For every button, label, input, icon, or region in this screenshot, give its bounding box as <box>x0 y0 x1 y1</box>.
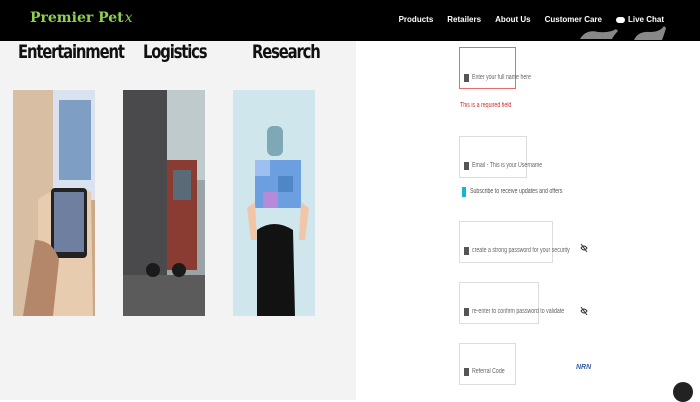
brand-suffix: x <box>124 10 133 26</box>
eye-icon[interactable] <box>580 306 588 316</box>
paw-icon <box>464 368 469 376</box>
pets-silhouette-icon <box>580 26 666 40</box>
category-card-entertainment[interactable] <box>13 90 95 316</box>
lock-icon <box>464 308 469 316</box>
brand-name: Premier Pet <box>30 10 124 26</box>
chat-icon <box>615 16 625 23</box>
name-error-message: This is a required field <box>460 102 512 109</box>
email-icon <box>464 162 469 170</box>
password-field[interactable]: create a strong password for your securi… <box>459 221 570 263</box>
full-name-placeholder: Enter your full name here <box>472 74 531 81</box>
category-title-logistics: Logistics <box>143 41 208 63</box>
eye-icon[interactable] <box>580 243 588 253</box>
email-placeholder: Email - This is your Username <box>472 162 543 169</box>
tablet-photo <box>13 90 95 316</box>
captcha-label: NRN <box>576 364 592 371</box>
nav-item-products[interactable]: Products <box>399 15 434 24</box>
confirm-password-placeholder: re-enter to confirm password to validate <box>472 308 565 315</box>
referral-placeholder: Referral Code <box>472 368 505 375</box>
top-navigation: Premier Petx Products Retailers About Us… <box>0 0 700 41</box>
scroll-to-top-button[interactable] <box>673 382 693 402</box>
nav-item-about-us[interactable]: About Us <box>495 15 531 24</box>
category-card-research[interactable] <box>233 90 315 316</box>
subscribe-checkbox[interactable] <box>462 187 466 197</box>
email-field[interactable]: Email - This is your Username <box>459 136 542 178</box>
full-name-field[interactable]: Enter your full name here <box>459 47 531 89</box>
nav-item-retailers[interactable]: Retailers <box>447 15 481 24</box>
user-icon <box>464 74 469 82</box>
category-title-entertainment: Entertainment <box>18 41 125 63</box>
category-card-logistics[interactable] <box>123 90 205 316</box>
brand-logo[interactable]: Premier Petx <box>30 10 133 26</box>
cube-photo <box>233 90 315 316</box>
password-placeholder: create a strong password for your securi… <box>472 247 570 254</box>
confirm-password-field[interactable]: re-enter to confirm password to validate <box>459 282 564 324</box>
lock-icon <box>464 247 469 255</box>
category-title-research: Research <box>252 41 321 63</box>
referral-code-field[interactable]: Referral Code <box>459 343 516 385</box>
subscribe-label: Subscribe to receive updates and offers <box>470 188 563 195</box>
truck-photo <box>123 90 205 316</box>
